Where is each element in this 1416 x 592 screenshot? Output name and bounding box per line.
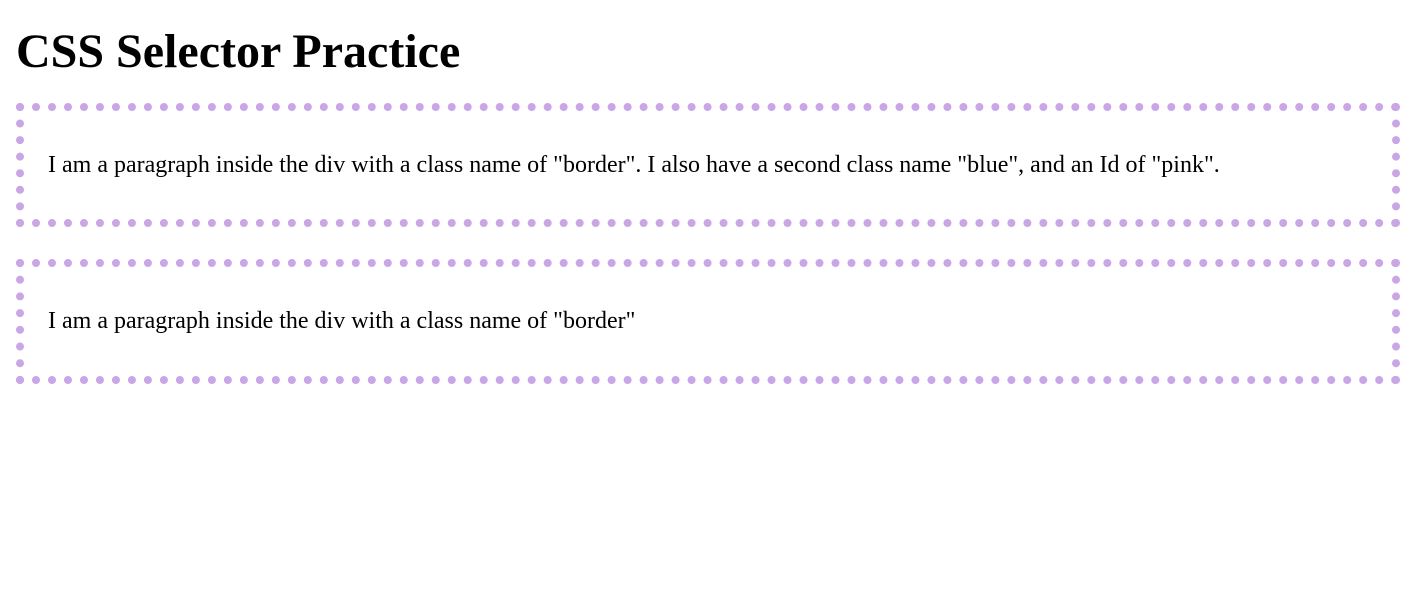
border-box-2: I am a paragraph inside the div with a c… (16, 259, 1400, 383)
border-box-1: I am a paragraph inside the div with a c… (16, 103, 1400, 227)
page-title: CSS Selector Practice (16, 24, 1400, 79)
paragraph-2: I am a paragraph inside the div with a c… (48, 305, 1368, 337)
paragraph-1: I am a paragraph inside the div with a c… (48, 149, 1368, 181)
